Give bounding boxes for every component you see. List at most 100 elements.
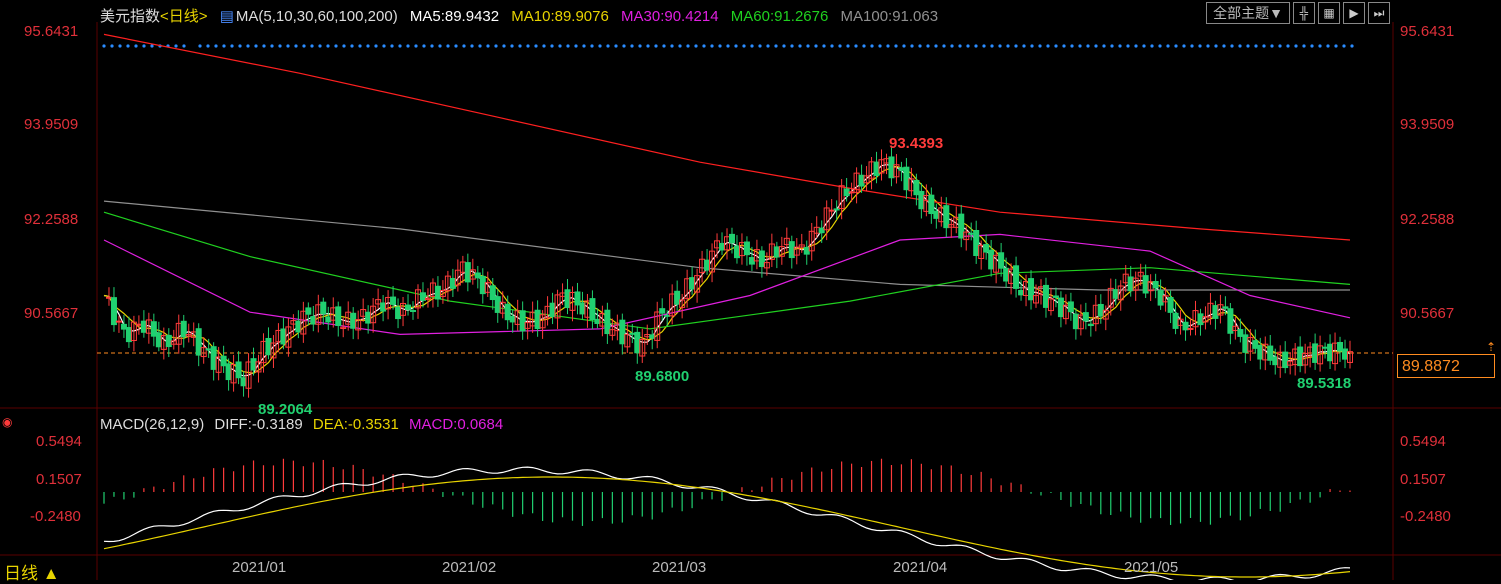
event-dot: [246, 44, 250, 48]
ma30-value: MA30:90.4214: [621, 8, 719, 25]
event-dot: [438, 44, 442, 48]
candle-body: [365, 311, 372, 324]
event-dot: [358, 44, 362, 48]
low-annotation: 89.2064: [258, 401, 313, 418]
macd-axis-label: -0.2480: [30, 508, 81, 525]
instrument-title: 美元指数: [100, 8, 161, 25]
event-dot: [1182, 44, 1186, 48]
event-dot: [934, 44, 938, 48]
event-dot: [1342, 44, 1346, 48]
ma200-line: [103, 33, 1351, 241]
event-dot: [1198, 44, 1202, 48]
macd-axis-label-right: 0.5494: [1400, 433, 1446, 450]
next-icon[interactable]: ⏭: [1368, 2, 1390, 24]
candle-body: [280, 328, 287, 345]
candle-body: [1237, 329, 1244, 337]
candle-body: [534, 309, 541, 330]
candle-body: [1197, 313, 1204, 326]
event-dot: [894, 44, 898, 48]
event-dot: [470, 44, 474, 48]
event-dot: [494, 44, 498, 48]
event-dot: [310, 44, 314, 48]
candle-body: [1282, 351, 1289, 369]
macd-diff: DIFF:-0.3189: [214, 416, 303, 433]
macd-dea: DEA:-0.3531: [312, 416, 399, 433]
event-dot: [1166, 44, 1170, 48]
event-dot: [454, 44, 458, 48]
low-annotation: 89.5318: [1297, 375, 1352, 392]
price-axis-label: 92.2588: [24, 211, 79, 228]
event-dot: [278, 44, 282, 48]
ma-params: MA(5,10,30,60,100,200): [235, 8, 398, 25]
event-dot: [902, 44, 906, 48]
candle-body: [664, 314, 671, 317]
candle-body: [1152, 280, 1159, 289]
ma-settings-icon[interactable]: ▤: [220, 8, 234, 25]
candle-body: [195, 328, 202, 356]
candle-body: [1142, 275, 1149, 294]
event-dot: [830, 44, 834, 48]
date-axis-label: 2021/04: [893, 559, 948, 576]
event-dot: [750, 44, 754, 48]
candle-body: [504, 303, 511, 321]
candle-body: [1212, 305, 1219, 319]
crosshair-icon[interactable]: ╬: [1293, 2, 1315, 24]
date-axis-label: 2021/03: [652, 559, 707, 576]
candle-body: [1327, 343, 1334, 362]
candle-body: [1072, 313, 1079, 330]
event-dot: [686, 44, 690, 48]
event-dot: [598, 44, 602, 48]
candle-body: [225, 363, 232, 381]
high-annotation: 93.4393: [889, 135, 944, 152]
event-dot: [126, 44, 130, 48]
candle-body: [115, 320, 122, 323]
event-dot: [1126, 44, 1130, 48]
price-chart[interactable]: [0, 0, 1501, 580]
candle-body: [405, 304, 412, 310]
candle-body: [1342, 348, 1349, 360]
period-selector[interactable]: <日线>: [160, 8, 208, 25]
candle-body: [464, 262, 471, 283]
event-dot: [1118, 44, 1122, 48]
candle-body: [494, 296, 501, 313]
candle-body: [110, 297, 117, 326]
candle-body: [1013, 265, 1020, 289]
grid-icon[interactable]: ▦: [1318, 2, 1340, 24]
candle-body: [943, 205, 950, 229]
event-dot: [110, 44, 114, 48]
candle-body: [1182, 321, 1189, 331]
candle-body: [1242, 334, 1249, 353]
candle-body: [1337, 341, 1344, 352]
candle-body: [933, 210, 940, 219]
event-dot: [1246, 44, 1250, 48]
candle-body: [998, 252, 1005, 269]
candle-body: [1127, 276, 1134, 292]
event-dot: [1262, 44, 1266, 48]
event-dot: [766, 44, 770, 48]
price-axis-label-right: 95.6431: [1400, 23, 1455, 40]
candle-body: [634, 331, 641, 354]
event-dot: [814, 44, 818, 48]
macd-settings-icon[interactable]: ◉: [2, 415, 12, 429]
play-icon[interactable]: ▶: [1343, 2, 1365, 24]
event-dot: [182, 44, 186, 48]
candle-body: [773, 246, 780, 258]
event-dot: [1022, 44, 1026, 48]
event-dot: [1350, 44, 1354, 48]
macd-header: MACD(26,12,9) DIFF:-0.3189 DEA:-0.3531 M…: [100, 416, 509, 433]
candle-body: [1057, 297, 1064, 318]
event-dot: [1062, 44, 1066, 48]
event-dot: [502, 44, 506, 48]
event-dot: [974, 44, 978, 48]
theme-select[interactable]: 全部主题▼: [1206, 2, 1290, 24]
date-axis-label: 2021/01: [232, 559, 287, 576]
event-dot: [374, 44, 378, 48]
period-footer-button[interactable]: 日线 ▲: [4, 559, 60, 584]
event-dot: [966, 44, 970, 48]
event-dot: [790, 44, 794, 48]
event-dot: [774, 44, 778, 48]
price-axis-label-right: 93.9509: [1400, 116, 1455, 133]
event-dot: [270, 44, 274, 48]
event-dot: [982, 44, 986, 48]
macd-axis-label-right: 0.1507: [1400, 471, 1446, 488]
